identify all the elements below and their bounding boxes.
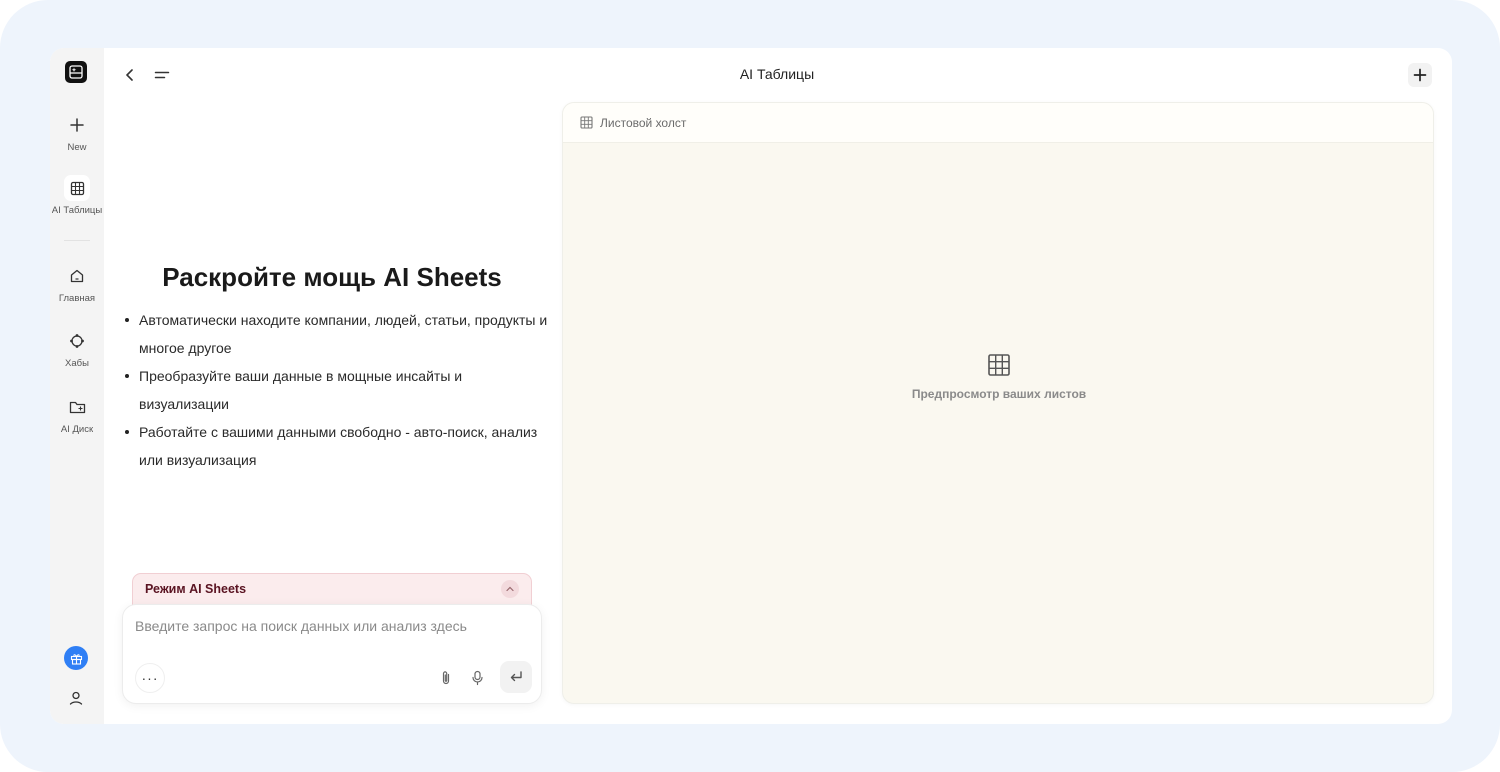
gift-icon [70,653,82,665]
chevron-left-icon [126,69,133,81]
sidebar-divider [64,240,90,241]
hero-title: Раскройте мощь AI Sheets [162,262,502,292]
user-account-button[interactable] [64,686,88,710]
table-icon [580,116,593,129]
microphone-button[interactable] [464,665,490,691]
sidebar-item-label: AI Таблицы [51,205,103,216]
sparkle-table-icon [69,65,83,79]
preview-placeholder: Предпросмотр ваших листов [563,353,1433,401]
sidebar-item-new[interactable]: New [50,112,104,153]
hub-icon [64,328,90,354]
sidebar-item-home[interactable]: Главная [50,263,104,304]
menu-button[interactable] [150,63,174,87]
paperclip-icon [442,671,450,685]
enter-icon [510,671,522,682]
canvas-header: Листовой холст [563,103,1433,143]
sidebar-item-label: Главная [58,293,96,304]
send-button[interactable] [500,661,532,693]
list-item: Работайте с вашими данными свободно - ав… [125,418,549,474]
mode-selector[interactable]: Режим AI Sheets [132,573,532,607]
more-options-button[interactable]: ··· [135,663,165,693]
sidebar-item-ai-disk[interactable]: AI Диск [50,394,104,435]
preview-text: Предпросмотр ваших листов [911,387,1087,401]
attach-button[interactable] [433,665,459,691]
canvas-header-label: Листовой холст [600,115,687,130]
microphone-icon [471,670,483,686]
plus-icon [1413,68,1427,82]
page-title: AI Таблицы [739,66,815,82]
add-button[interactable] [1408,63,1432,87]
gift-button[interactable] [64,646,88,670]
sidebar-item-label: Хабы [65,358,89,369]
home-icon [64,263,90,289]
back-button[interactable] [118,63,142,87]
plus-icon [64,112,90,138]
user-icon [69,691,83,705]
mode-label: Режим AI Sheets [145,582,247,596]
sidebar-item-hubs[interactable]: Хабы [50,328,104,369]
feature-list: Автоматически находите компании, людей, … [125,306,549,474]
list-item: Преобразуйте ваши данные в мощные инсайт… [125,362,549,418]
list-item: Автоматически находите компании, людей, … [125,306,549,362]
menu-icon [154,71,170,79]
table-icon [64,175,90,201]
sidebar-item-label: New [67,142,87,153]
sidebar-item-ai-tables[interactable]: AI Таблицы [50,175,104,216]
folder-icon [64,394,90,420]
chevron-up-icon[interactable] [501,580,519,598]
query-input[interactable] [135,615,525,637]
query-box: ··· [122,604,542,704]
grid-icon [988,354,1010,376]
sidebar: New AI Таблицы Главная Хабы AI Диск [50,48,104,724]
sheet-canvas-panel: Листовой холст Предпросмотр ваших листов [562,102,1434,704]
sidebar-item-label: AI Диск [60,424,94,435]
app-logo[interactable] [65,61,87,83]
app-window: New AI Таблицы Главная Хабы AI Диск AI Т… [50,48,1452,724]
